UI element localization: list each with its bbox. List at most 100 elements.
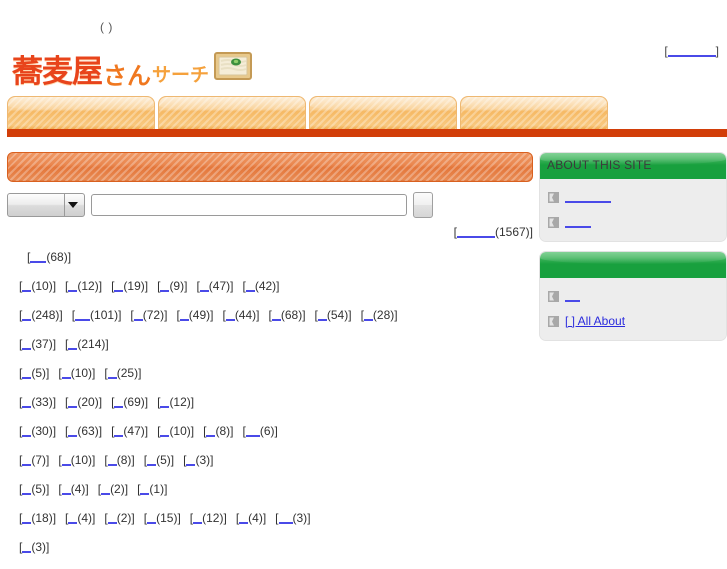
- area-link-item[interactable]: [(4)]: [236, 511, 266, 525]
- top-right-link-anchor[interactable]: [667, 44, 716, 58]
- area-link-anchor[interactable]: [271, 308, 281, 322]
- area-link-item[interactable]: [(10)]: [157, 424, 194, 438]
- area-link-item[interactable]: [(18)]: [19, 511, 56, 525]
- area-link-item[interactable]: [(37)]: [19, 337, 56, 351]
- sidebar-link-row[interactable]: [546, 213, 720, 231]
- area-link-anchor[interactable]: [133, 308, 143, 322]
- site-logo[interactable]: 蕎麦屋 さん サーチ: [12, 42, 253, 88]
- area-link-item[interactable]: [(10)]: [58, 366, 95, 380]
- area-link-anchor[interactable]: [75, 308, 91, 322]
- total-link-anchor[interactable]: [456, 225, 495, 239]
- area-link-item[interactable]: [(6)]: [242, 424, 277, 438]
- area-link-item[interactable]: [(54)]: [315, 308, 352, 322]
- area-link-item[interactable]: [(49)]: [176, 308, 213, 322]
- area-link-item[interactable]: [(12)]: [65, 279, 102, 293]
- area-link-item[interactable]: [(101)]: [72, 308, 122, 322]
- area-link-item[interactable]: [(3)]: [275, 511, 310, 525]
- area-link-anchor[interactable]: [239, 511, 249, 525]
- area-link-anchor[interactable]: [61, 453, 71, 467]
- area-link-anchor[interactable]: [101, 482, 111, 496]
- area-link-anchor[interactable]: [22, 482, 32, 496]
- area-link-anchor[interactable]: [22, 308, 32, 322]
- area-link-item[interactable]: [(33)]: [19, 395, 56, 409]
- area-link-item[interactable]: [(25)]: [104, 366, 141, 380]
- tab-3[interactable]: [309, 96, 457, 129]
- area-link-anchor[interactable]: [245, 424, 260, 438]
- sidebar-link-row[interactable]: [546, 287, 720, 305]
- area-link-item[interactable]: [(248)]: [19, 308, 63, 322]
- area-link-item[interactable]: [(42)]: [242, 279, 279, 293]
- sidebar-link-anchor[interactable]: [565, 190, 611, 204]
- area-link-item[interactable]: [(63)]: [65, 424, 102, 438]
- area-link-anchor[interactable]: [317, 308, 327, 322]
- area-link-anchor[interactable]: [22, 366, 32, 380]
- area-link-item[interactable]: [(12)]: [157, 395, 194, 409]
- area-link-anchor[interactable]: [22, 395, 32, 409]
- area-link-item[interactable]: [(3)]: [183, 453, 213, 467]
- area-link-item[interactable]: [(68)]: [269, 308, 306, 322]
- area-link-item[interactable]: [(4)]: [65, 511, 95, 525]
- area-link-anchor[interactable]: [22, 511, 32, 525]
- area-link-anchor[interactable]: [22, 424, 32, 438]
- area-link-anchor[interactable]: [199, 279, 209, 293]
- area-link-item[interactable]: [(19)]: [111, 279, 148, 293]
- sidebar-link-row[interactable]: [ ] All About: [546, 312, 720, 330]
- area-link-item[interactable]: [(30)]: [19, 424, 56, 438]
- sidebar-link-row[interactable]: [546, 188, 720, 206]
- area-link-anchor[interactable]: [193, 511, 203, 525]
- search-input[interactable]: [91, 194, 407, 216]
- area-link-item[interactable]: [(28)]: [361, 308, 398, 322]
- area-link-anchor[interactable]: [22, 337, 32, 351]
- area-link-anchor[interactable]: [22, 453, 32, 467]
- area-link-anchor[interactable]: [179, 308, 189, 322]
- area-link-item[interactable]: [(8)]: [203, 424, 233, 438]
- area-link-item[interactable]: [(3)]: [19, 540, 49, 554]
- search-button[interactable]: [413, 192, 433, 218]
- area-link-item[interactable]: [(72)]: [130, 308, 167, 322]
- area-link-anchor[interactable]: [61, 366, 71, 380]
- category-select[interactable]: [7, 193, 85, 217]
- top-right-link[interactable]: []: [664, 44, 719, 58]
- area-link-anchor[interactable]: [22, 279, 32, 293]
- area-link-anchor[interactable]: [147, 453, 157, 467]
- tab-1[interactable]: [7, 96, 155, 129]
- area-link-anchor[interactable]: [30, 250, 47, 264]
- area-link-anchor[interactable]: [278, 511, 293, 525]
- area-link-item[interactable]: [(47)]: [111, 424, 148, 438]
- area-link-anchor[interactable]: [225, 308, 235, 322]
- area-link-anchor[interactable]: [61, 482, 71, 496]
- area-link-item[interactable]: [(8)]: [104, 453, 134, 467]
- area-link-item[interactable]: [(7)]: [19, 453, 49, 467]
- area-link-item[interactable]: [(5)]: [19, 482, 49, 496]
- area-link-item[interactable]: [(4)]: [58, 482, 88, 496]
- area-link-item[interactable]: [(9)]: [157, 279, 187, 293]
- category-select-wrapper[interactable]: [7, 193, 85, 217]
- area-link-item[interactable]: [(1)]: [137, 482, 167, 496]
- area-link-item[interactable]: [(5)]: [144, 453, 174, 467]
- tab-2[interactable]: [158, 96, 306, 129]
- sidebar-link-anchor[interactable]: [565, 215, 591, 229]
- area-link-item[interactable]: [(68)]: [27, 250, 71, 264]
- area-link-anchor[interactable]: [147, 511, 157, 525]
- area-link-anchor[interactable]: [363, 308, 373, 322]
- area-link-item[interactable]: [(20)]: [65, 395, 102, 409]
- area-link-item[interactable]: [(2)]: [104, 511, 134, 525]
- area-link-item[interactable]: [(10)]: [58, 453, 95, 467]
- area-link-item[interactable]: [(5)]: [19, 366, 49, 380]
- area-link-item[interactable]: [(69)]: [111, 395, 148, 409]
- area-link-anchor[interactable]: [107, 511, 117, 525]
- area-link-item[interactable]: [(15)]: [144, 511, 181, 525]
- area-link-anchor[interactable]: [107, 366, 117, 380]
- area-link-item[interactable]: [(214)]: [65, 337, 109, 351]
- area-link-anchor[interactable]: [245, 279, 255, 293]
- sidebar-link-anchor[interactable]: [ ] All About: [565, 314, 625, 328]
- area-link-item[interactable]: [(2)]: [98, 482, 128, 496]
- tab-4[interactable]: [460, 96, 608, 129]
- area-link-item[interactable]: [(47)]: [196, 279, 233, 293]
- area-link-anchor[interactable]: [22, 540, 32, 554]
- sidebar-link-anchor[interactable]: [565, 289, 580, 303]
- area-link-item[interactable]: [(44)]: [222, 308, 259, 322]
- area-link-item[interactable]: [(10)]: [19, 279, 56, 293]
- area-link-anchor[interactable]: [107, 453, 117, 467]
- area-link-item[interactable]: [(12)]: [190, 511, 227, 525]
